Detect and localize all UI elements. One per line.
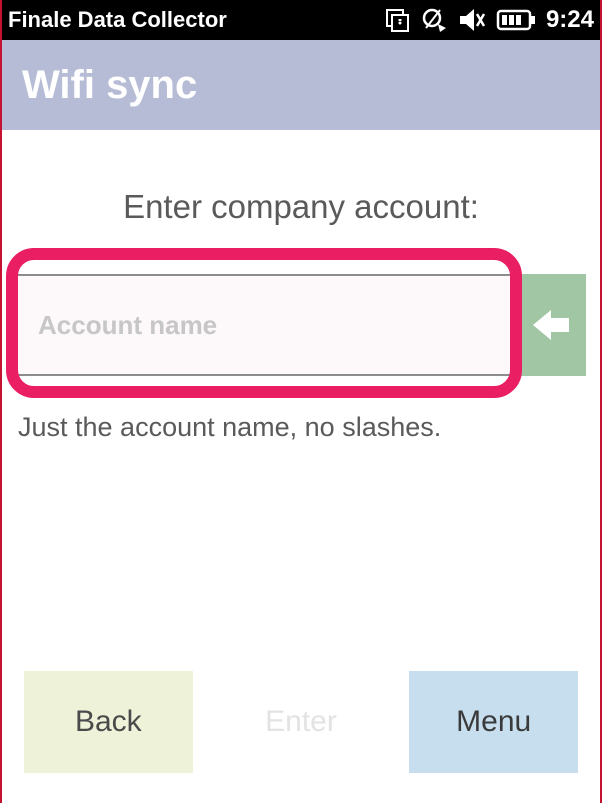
- windows-icon: [384, 7, 410, 33]
- app-bar: Wifi sync: [2, 40, 600, 130]
- backspace-button[interactable]: [516, 274, 586, 376]
- battery-icon: [496, 9, 536, 31]
- arrow-left-icon: [531, 308, 571, 342]
- enter-button[interactable]: Enter: [217, 671, 386, 773]
- status-bar-title: Finale Data Collector: [8, 7, 384, 33]
- volume-icon: [458, 7, 486, 33]
- account-name-input[interactable]: [16, 274, 516, 376]
- input-row: [16, 274, 586, 376]
- main-content: Enter company account: Just the account …: [2, 188, 600, 443]
- hint-text: Just the account name, no slashes.: [18, 412, 586, 443]
- menu-button[interactable]: Menu: [409, 671, 578, 773]
- bottom-button-row: Back Enter Menu: [24, 671, 578, 773]
- status-icons: 9:24: [384, 6, 594, 34]
- prompt-text: Enter company account:: [16, 188, 586, 226]
- status-clock: 9:24: [546, 6, 594, 34]
- back-button[interactable]: Back: [24, 671, 193, 773]
- status-bar: Finale Data Collector: [2, 0, 600, 40]
- app-bar-title: Wifi sync: [22, 63, 197, 108]
- sync-icon: [420, 6, 448, 34]
- input-wrapper: [16, 274, 516, 376]
